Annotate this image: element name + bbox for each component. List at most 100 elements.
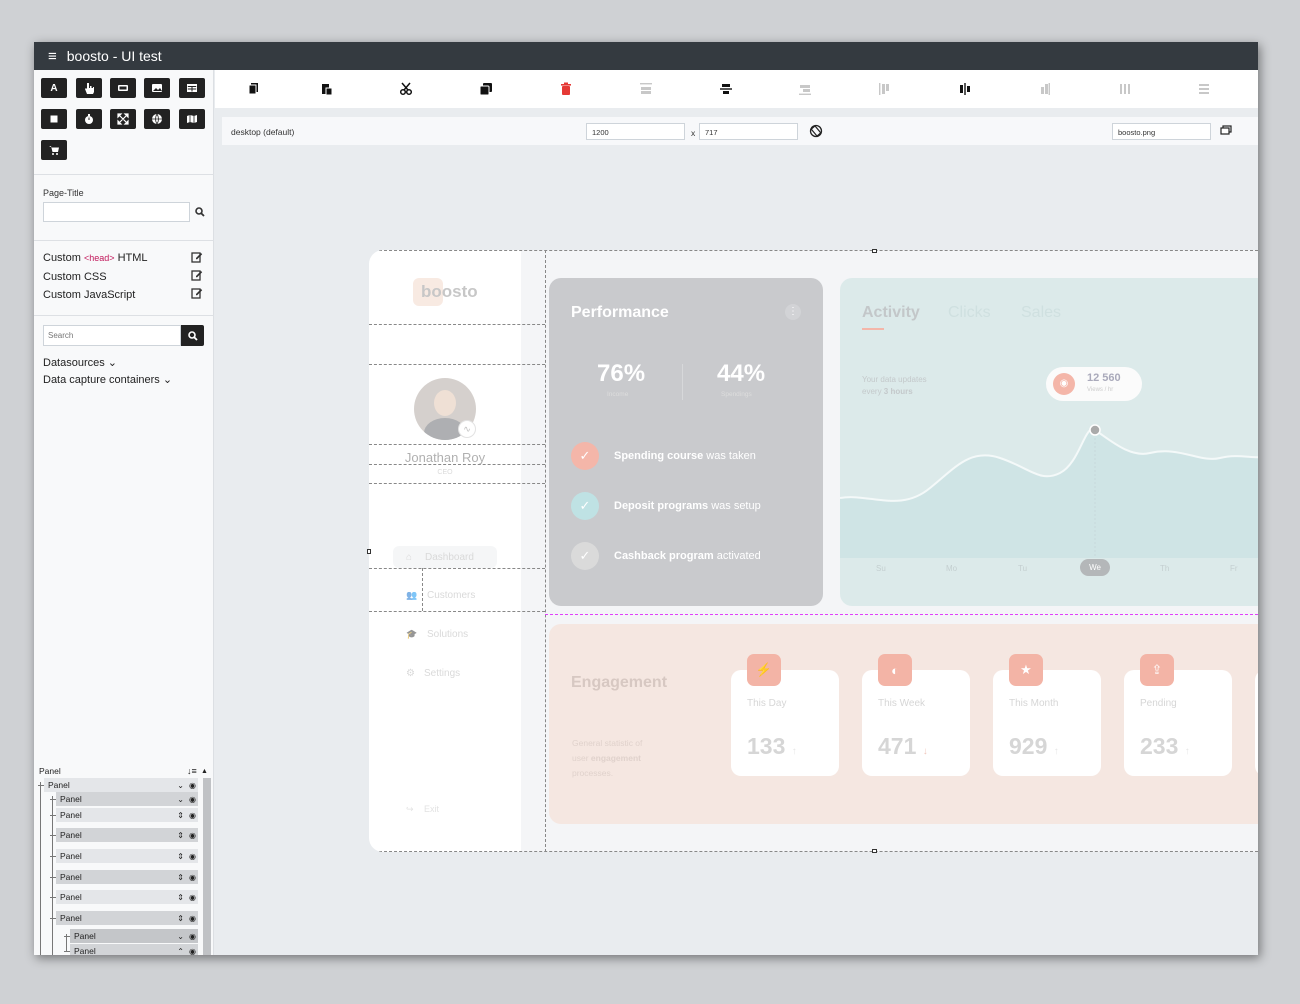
data-capture-containers-dropdown[interactable]: Data capture containers ⌄ [43, 373, 172, 386]
tree-row[interactable]: Panel ⇕ ◉ [56, 890, 198, 904]
map-tool-icon[interactable] [179, 109, 205, 129]
text-tool-icon[interactable]: A [41, 78, 67, 98]
eye-icon[interactable]: ◉ [189, 781, 196, 790]
custom-css-link[interactable]: Custom CSS [43, 271, 107, 283]
move-updown-icon[interactable]: ⇕ [177, 811, 184, 820]
expand-tool-icon[interactable] [110, 109, 136, 129]
edit-icon[interactable] [191, 251, 203, 263]
tree-row[interactable]: Panel ⇕ ◉ [56, 911, 198, 925]
tree-scrollbar[interactable] [203, 778, 211, 955]
page-title-input[interactable] [43, 202, 190, 222]
box-tool-icon[interactable] [41, 109, 67, 129]
eye-icon[interactable]: ◉ [189, 795, 196, 804]
pointer-tool-icon[interactable] [76, 78, 102, 98]
image-tool-icon[interactable] [144, 78, 170, 98]
tab-sales[interactable]: Sales [1021, 304, 1061, 322]
cart-tool-icon[interactable] [41, 140, 67, 160]
engagement-card[interactable]: Engagement General statistic of user eng… [549, 624, 1258, 824]
tree-row[interactable]: Panel ⇕ ◉ [56, 870, 198, 884]
tab-clicks[interactable]: Clicks [948, 304, 991, 322]
tree-row[interactable]: Panel ⇕ ◉ [56, 828, 198, 842]
eye-icon[interactable]: ◉ [189, 811, 196, 820]
stat-card-week[interactable]: ◐ This Week 471 ↓ [862, 654, 970, 776]
custom-head-html-link[interactable]: Custom <head> HTML [43, 252, 148, 264]
move-updown-icon[interactable]: ⇕ [177, 831, 184, 840]
align-center-icon[interactable] [957, 81, 973, 97]
datasources-dropdown[interactable]: Datasources ⌄ [43, 356, 117, 369]
tab-activity[interactable]: Activity [862, 304, 920, 322]
day-we-selected[interactable]: We [1080, 559, 1110, 576]
distribute-vertical-icon[interactable] [1196, 81, 1212, 97]
align-left-icon[interactable] [877, 81, 893, 97]
search-icon[interactable] [195, 207, 205, 217]
eye-icon[interactable]: ◉ [189, 932, 196, 941]
eye-icon[interactable]: ◉ [189, 831, 196, 840]
move-updown-icon[interactable]: ⇕ [177, 873, 184, 882]
desc-pre: user [572, 753, 591, 763]
resize-handle[interactable] [872, 249, 877, 253]
clone-icon[interactable] [478, 81, 494, 97]
align-top-icon[interactable] [638, 81, 654, 97]
images-icon[interactable] [1220, 125, 1232, 136]
paste-icon[interactable] [319, 81, 335, 97]
move-updown-icon[interactable]: ⇕ [177, 893, 184, 902]
tree-row[interactable]: Panel ⌃ ◉ [70, 944, 198, 955]
tree-row[interactable]: Panel ⌄ ◉ [56, 792, 198, 806]
tree-row[interactable]: Panel ⇕ ◉ [56, 849, 198, 863]
distribute-horizontal-icon[interactable] [1117, 81, 1133, 97]
eye-icon[interactable]: ◉ [189, 893, 196, 902]
chevron-down-icon[interactable]: ⌄ [177, 932, 184, 941]
chevron-down-icon[interactable]: ⌄ [177, 795, 184, 804]
rotate-orientation-icon[interactable] [809, 124, 823, 138]
tree-row[interactable]: Panel ⌄ ◉ [44, 778, 198, 792]
nav-customers[interactable]: Customers [427, 590, 475, 601]
activity-card[interactable]: Activity Clicks Sales Your data updates … [840, 278, 1258, 606]
nav-settings[interactable]: Settings [424, 668, 460, 679]
search-button[interactable] [181, 325, 204, 346]
input-tool-icon[interactable] [110, 78, 136, 98]
filename-input[interactable]: boosto.png [1112, 123, 1211, 140]
align-bottom-icon[interactable] [797, 81, 813, 97]
resize-handle[interactable] [872, 849, 877, 853]
tree-header-label: Panel [39, 766, 61, 776]
table-tool-icon[interactable] [179, 78, 205, 98]
scroll-up-icon[interactable]: ▲ [201, 768, 208, 775]
copy-icon[interactable] [246, 81, 262, 97]
tree-row[interactable]: Panel ⇕ ◉ [56, 808, 198, 822]
stat-card-day[interactable]: ⚡ This Day 133 ↑ [731, 654, 839, 776]
tree-row[interactable]: Panel ⌄ ◉ [70, 929, 198, 943]
cut-icon[interactable] [398, 81, 414, 97]
stat-card-month[interactable]: ★ This Month 929 ↑ [993, 654, 1101, 776]
timer-tool-icon[interactable] [76, 109, 102, 129]
edit-icon[interactable] [191, 269, 203, 281]
chevron-down-icon[interactable]: ⌄ [177, 781, 184, 790]
resize-handle[interactable] [367, 549, 371, 554]
move-updown-icon[interactable]: ⇕ [177, 914, 184, 923]
align-right-icon[interactable] [1036, 81, 1052, 97]
eye-icon[interactable]: ◉ [189, 852, 196, 861]
align-middle-icon[interactable] [718, 81, 734, 97]
more-icon[interactable]: ⋮ [785, 304, 801, 320]
chevron-up-icon[interactable]: ⌃ [177, 947, 184, 956]
width-input[interactable]: 1200 [586, 123, 685, 140]
hamburger-menu-icon[interactable]: ≡ [48, 48, 57, 65]
custom-javascript-link[interactable]: Custom JavaScript [43, 289, 135, 301]
nav-solutions[interactable]: Solutions [427, 629, 468, 640]
stat-card-pending[interactable]: ⇪ Pending 233 ↑ [1124, 654, 1232, 776]
move-updown-icon[interactable]: ⇕ [177, 852, 184, 861]
performance-card[interactable]: Performance ⋮ 76% Income 44% Spendings ✓… [549, 278, 823, 606]
eye-icon[interactable]: ◉ [189, 914, 196, 923]
nav-exit[interactable]: Exit [424, 804, 439, 814]
sort-icon[interactable]: ↓≡ [187, 766, 197, 776]
design-canvas[interactable]: boosto ∿ Jonathan Roy CEO ⌂ Dashboard 👥 … [369, 250, 1258, 852]
search-input[interactable] [43, 325, 181, 346]
globe-tool-icon[interactable] [144, 109, 170, 129]
tree-connector [52, 796, 53, 955]
eye-icon[interactable]: ◉ [189, 873, 196, 882]
height-input[interactable]: 717 [699, 123, 798, 140]
edit-icon[interactable] [191, 287, 203, 299]
trash-icon[interactable] [558, 81, 574, 97]
nav-dashboard[interactable]: Dashboard [425, 552, 474, 563]
eye-icon[interactable]: ◉ [189, 947, 196, 956]
note-line-1: Your data updates [862, 375, 927, 384]
